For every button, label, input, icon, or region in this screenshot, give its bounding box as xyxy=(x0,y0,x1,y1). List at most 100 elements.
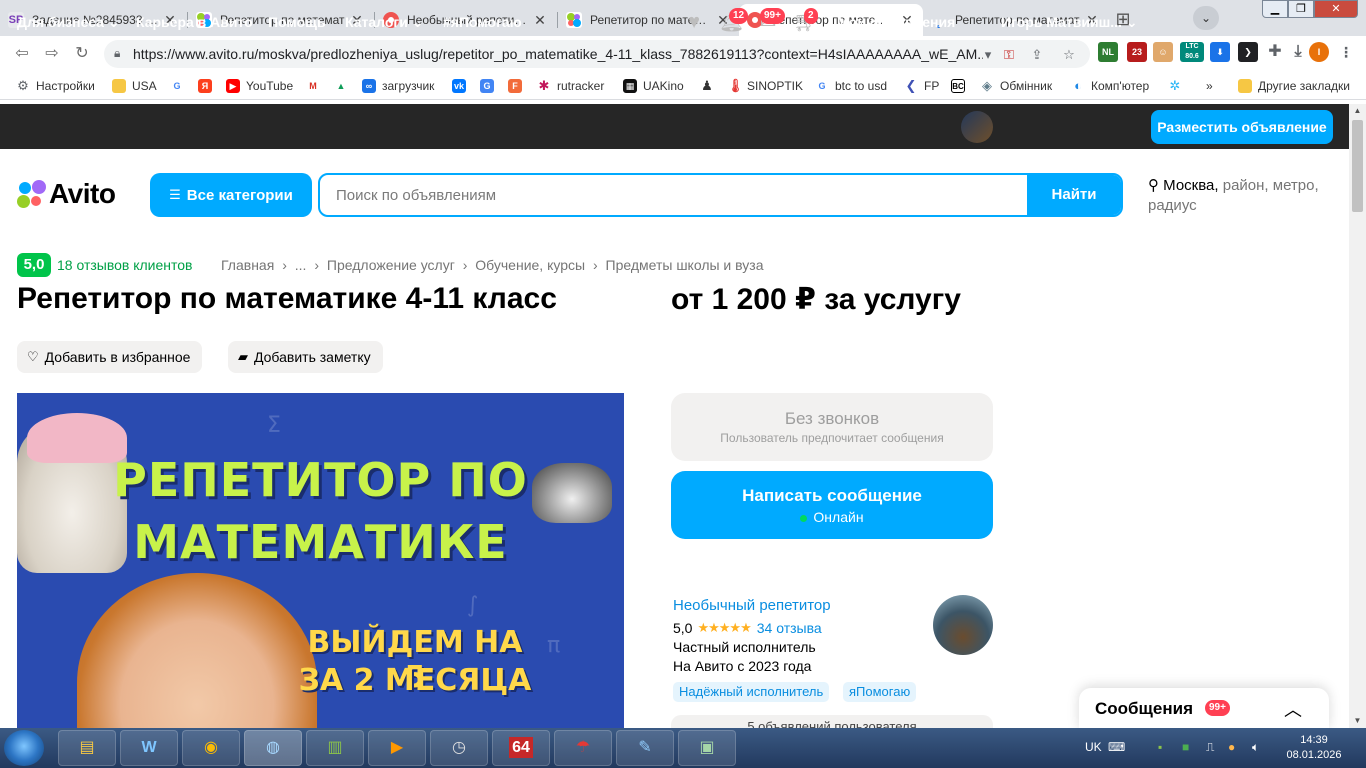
bookmark-exchanger[interactable]: ◈ Обмінник xyxy=(980,78,1052,94)
taskbar-clock-app[interactable]: ◷ xyxy=(430,730,488,766)
nav-for-business[interactable]: Для бизнеса ⌄ xyxy=(17,14,120,31)
bookmark-bc[interactable]: BC xyxy=(951,78,971,94)
nav-career[interactable]: Карьера в Авито xyxy=(136,14,253,30)
breadcrumb-home[interactable]: Главная xyxy=(221,257,274,273)
taskbar-media-player[interactable]: ▶ xyxy=(368,730,426,766)
messages-panel[interactable]: Сообщения 99+ ︿ xyxy=(1079,688,1329,730)
scroll-down-arrow-icon[interactable]: ▼ xyxy=(1349,714,1366,728)
bookmark-usa[interactable]: USA xyxy=(112,78,157,94)
seller-avatar[interactable] xyxy=(933,595,993,655)
bookmarks-overflow[interactable]: » xyxy=(1206,78,1213,94)
share-icon[interactable]: ⇪ xyxy=(1029,47,1045,63)
taskbar-app-green[interactable]: ▥ xyxy=(306,730,364,766)
start-button[interactable] xyxy=(4,730,44,766)
taskbar-chrome[interactable]: ◉ xyxy=(182,730,240,766)
user-menu[interactable]: Игорь Матвииш... ⌄ xyxy=(1001,14,1138,31)
seller-reviews-link[interactable]: 34 отзыва xyxy=(757,620,822,636)
reload-icon[interactable]: ↻ xyxy=(72,44,92,64)
bookmark-f[interactable]: F xyxy=(508,78,528,94)
bookmark-rutracker[interactable]: ✱ rutracker xyxy=(537,78,605,94)
star-icon[interactable]: ☆ xyxy=(1061,47,1077,63)
extension-ltc-icon[interactable]: LTC 80.6 xyxy=(1180,42,1204,62)
network-icon[interactable]: ⎍ xyxy=(1206,740,1214,755)
extensions-puzzle-icon[interactable]: ✚ xyxy=(1265,42,1285,62)
download-extension-icon[interactable]: ⬇ xyxy=(1210,42,1230,62)
nav-help[interactable]: Помощь xyxy=(268,14,326,30)
tab-search-button[interactable]: ⌄ xyxy=(1193,6,1219,30)
taskbar-app-w[interactable]: W xyxy=(120,730,178,766)
downloads-icon[interactable]: ⤓ xyxy=(1288,42,1308,62)
listing-photo[interactable]: Σ ∫ π РЕПЕТИТОР ПО МАТЕМАТИКЕ ВЫЙДЕМ НА … xyxy=(17,393,624,733)
ya-pomogayu-badge[interactable]: яПомогаю xyxy=(843,682,917,702)
favorites-heart-icon[interactable]: ♥ xyxy=(682,10,706,34)
bookmark-computer[interactable]: ◐ Комп'ютер xyxy=(1071,78,1149,94)
bookmark-settings[interactable]: ⚙ Настройки xyxy=(16,78,95,94)
keyboard-icon[interactable]: ⌨ xyxy=(1108,740,1125,754)
tray-avast-icon[interactable]: ● xyxy=(1228,740,1235,754)
bookmark-uakino[interactable]: ▦ UAKino xyxy=(623,78,684,94)
taskbar-explorer[interactable]: ▤ xyxy=(58,730,116,766)
bookmark-btc[interactable]: Gbtc to usd xyxy=(815,78,887,94)
search-button[interactable]: Найти xyxy=(1027,175,1121,215)
browser-menu-icon[interactable]: ⋮ xyxy=(1336,42,1356,62)
bookmark-google[interactable]: G xyxy=(170,78,190,94)
seller-name-link[interactable]: Необычный репетитор xyxy=(673,597,831,614)
scrollbar-thumb[interactable] xyxy=(1352,120,1363,212)
extension-arrow-icon[interactable]: ❯ xyxy=(1238,42,1258,62)
back-arrow-icon[interactable]: ⇦ xyxy=(12,44,32,64)
taskbar-notepad[interactable]: ✎ xyxy=(616,730,674,766)
user-avatar[interactable] xyxy=(961,111,993,143)
bookmark-translate[interactable]: G xyxy=(480,78,500,94)
browser-tab[interactable]: Репетитор по математ ✕ xyxy=(558,4,739,36)
url-text[interactable]: https://www.avito.ru/moskva/predlozheniy… xyxy=(133,46,983,62)
avito-logo[interactable]: Avito xyxy=(17,178,116,210)
nav-ya-pomogayu[interactable]: #яПомогаю xyxy=(443,14,522,30)
taskbar-globe[interactable]: ◍ xyxy=(244,730,302,766)
extension-calendar-icon[interactable]: 23 xyxy=(1127,42,1147,62)
my-ads-link[interactable]: Мои объявления xyxy=(837,14,955,30)
bookmark-youtube[interactable]: ▶ YouTube xyxy=(226,78,293,94)
post-ad-button[interactable]: Разместить объявление xyxy=(1151,110,1333,144)
volume-icon[interactable]: 🔈︎ xyxy=(1252,740,1259,755)
bookmark-vk[interactable]: vk xyxy=(452,78,472,94)
address-bar[interactable]: 🔒︎ https://www.avito.ru/moskva/predlozhe… xyxy=(104,40,1090,68)
taskbar-monitor[interactable]: ▣ xyxy=(678,730,736,766)
client-reviews-link[interactable]: 18 отзывов клиентов xyxy=(57,257,193,273)
reliable-seller-badge[interactable]: Надёжный исполнитель xyxy=(673,682,830,702)
bookmark-sinoptik[interactable]: 🌡︎ SINOPTIK xyxy=(727,78,803,94)
add-note-button[interactable]: ▰ Добавить заметку xyxy=(228,341,383,373)
scroll-up-arrow-icon[interactable]: ▲ xyxy=(1349,104,1366,118)
bookmark-downloader[interactable]: ∞ загрузчик xyxy=(362,78,434,94)
search-input[interactable] xyxy=(320,175,1030,215)
dropdown-arrow-icon[interactable]: ▾ xyxy=(980,47,996,63)
system-clock[interactable]: 14:39 08.01.2026 xyxy=(1284,733,1344,763)
close-tab-icon[interactable]: ✕ xyxy=(532,12,548,29)
bookmark-drive[interactable]: ▲ xyxy=(334,78,354,94)
breadcrumb-subjects[interactable]: Предметы школы и вуза xyxy=(606,257,764,273)
page-scrollbar[interactable]: ▲ ▼ xyxy=(1349,104,1366,728)
bookmark-asterisk[interactable]: ✲ xyxy=(1168,78,1188,94)
taskbar-aida64[interactable]: 64 xyxy=(492,730,550,766)
tray-app-icon[interactable]: ▪ xyxy=(1158,740,1162,754)
add-to-favorites-button[interactable]: ♡ Добавить в избранное xyxy=(17,341,203,373)
breadcrumb-ellipsis[interactable]: ... xyxy=(295,257,307,273)
location-selector[interactable]: ⚲ Москва, район, метро, радиус xyxy=(1148,176,1338,216)
close-window-button[interactable]: ✕ xyxy=(1314,0,1358,18)
maximize-window-button[interactable]: ❐ xyxy=(1288,0,1314,18)
write-message-button[interactable]: Написать сообщение Онлайн xyxy=(671,471,993,539)
breadcrumb-education[interactable]: Обучение, курсы xyxy=(475,257,585,273)
taskbar-app-umbrella[interactable]: ☂ xyxy=(554,730,612,766)
profile-avatar-icon[interactable]: I xyxy=(1309,42,1329,62)
keyboard-language[interactable]: UK xyxy=(1085,740,1102,754)
forward-arrow-icon[interactable]: ⇨ xyxy=(42,44,62,64)
tray-green-icon[interactable]: ■ xyxy=(1182,740,1189,754)
breadcrumb-services[interactable]: Предложение услуг xyxy=(327,257,455,273)
all-categories-button[interactable]: ☰ Все категории xyxy=(150,173,312,217)
bookmark-person[interactable]: ♟ xyxy=(700,78,720,94)
minimize-window-button[interactable]: ▁ xyxy=(1262,0,1288,18)
chevron-up-icon[interactable]: ︿ xyxy=(1284,696,1302,722)
bookmark-fp[interactable]: ❮ FP xyxy=(904,78,940,94)
bookmark-other[interactable]: Другие закладки xyxy=(1238,78,1350,94)
extension-nl-icon[interactable]: NL xyxy=(1098,42,1118,62)
key-icon[interactable]: ⚿ xyxy=(1001,47,1017,63)
